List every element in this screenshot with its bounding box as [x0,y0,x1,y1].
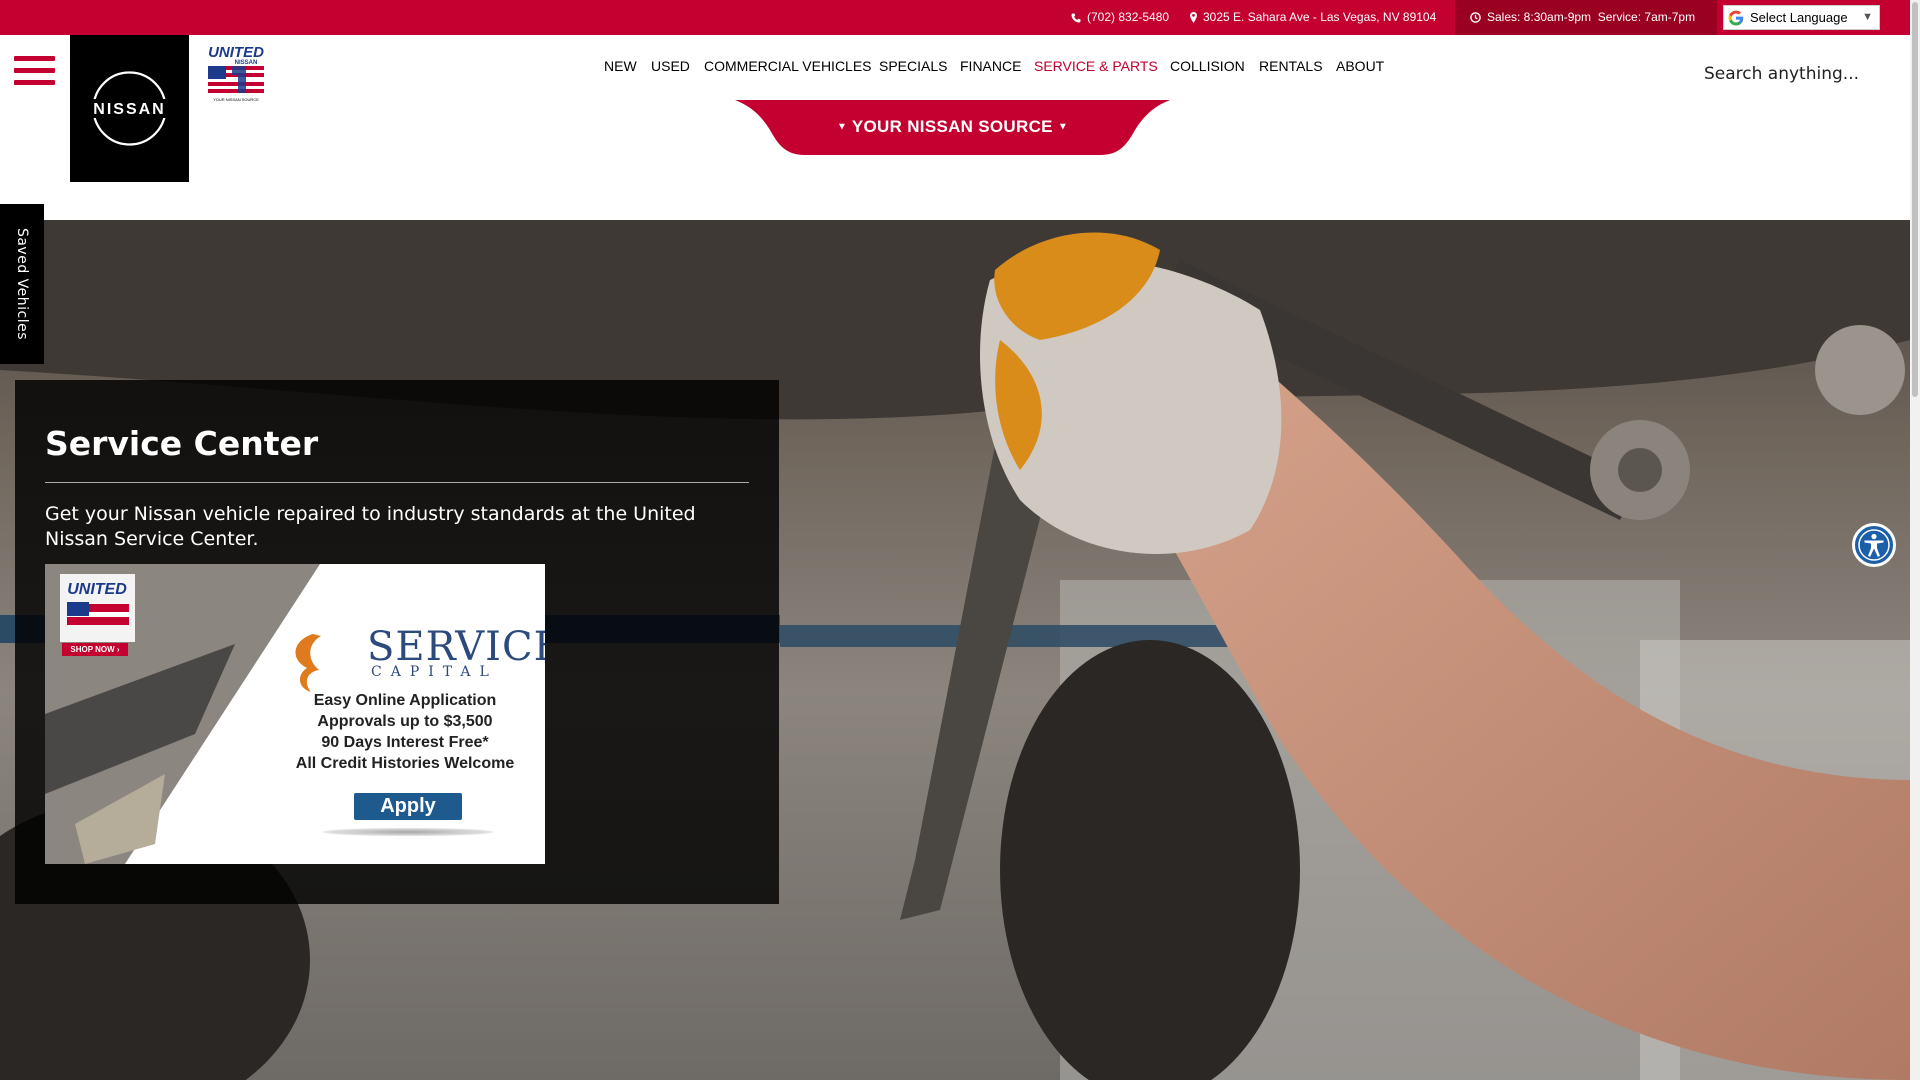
scrollbar-thumb[interactable] [1912,2,1918,397]
phone-number: (702) 832-5480 [1087,10,1170,24]
shop-now-badge[interactable]: SHOP NOW › [62,643,128,656]
apply-shadow [323,828,493,836]
language-label: Select Language [1750,10,1848,25]
service-center-panel: Service Center Get your Nissan vehicle r… [15,380,779,904]
nav-item-used[interactable]: USED [651,58,690,78]
hamburger-menu-icon[interactable] [14,56,55,88]
nav-item-collision[interactable]: COLLISION [1170,58,1245,78]
ad-line: 90 Days Interest Free* [321,734,489,751]
phone-icon [1071,13,1081,23]
hours-info: Sales: 8:30am-9pm Service: 7am-7pm [1470,0,1695,35]
united-logo-top: UNITED [208,44,264,61]
page-title: Service Center [45,424,319,463]
language-select[interactable]: Select Language ▼ [1723,5,1880,30]
nav-item-commercial-vehicles[interactable]: COMMERCIAL VEHICLES [704,58,872,78]
service-description: Get your Nissan vehicle repaired to indu… [45,503,696,550]
top-utility-bar: (702) 832-5480 3025 E. Sahara Ave - Las … [0,0,1910,35]
nav-item-specials[interactable]: SPECIALS [879,58,947,78]
ad-line: Easy Online Application [313,692,497,709]
united-nissan-logo[interactable]: UNITED NISSAN YOUR NISSAN SOURCE [202,44,274,106]
nissan-emblem: NISSAN [80,71,179,146]
apply-button[interactable]: Apply [354,793,462,820]
dealer-address: 3025 E. Sahara Ave - Las Vegas, NV 89104 [1203,10,1437,24]
caret-down-icon: ▼ [836,121,848,133]
search-input[interactable] [1702,61,1886,87]
google-g-icon [1728,10,1744,26]
saved-vehicles-label: Saved Vehicles [14,227,30,341]
service-capital-ad[interactable]: UNITED SHOP NOW › SERVICE CAPITAL Easy O… [45,564,545,864]
ad-line: All Credit Histories Welcome [295,755,515,772]
ad-line: Approvals up to $3,500 [317,713,493,730]
hours-text: Sales: 8:30am-9pm Service: 7am-7pm [1487,10,1696,24]
nav-item-rentals[interactable]: RENTALS [1259,58,1323,78]
nav-item-about[interactable]: ABOUT [1336,58,1384,78]
phone-link[interactable]: (702) 832-5480 [1071,0,1169,35]
title-divider [45,482,749,483]
your-nissan-source-label[interactable]: ▼ YOUR NISSAN SOURCE ▼ [735,100,1170,155]
united-logo-tagline: YOUR NISSAN SOURCE [213,97,259,102]
address-link[interactable]: 3025 E. Sahara Ave - Las Vegas, NV 89104 [1190,0,1436,35]
hours-block: Sales: 8:30am-9pm Service: 7am-7pm [1455,0,1717,35]
nav-item-service-parts[interactable]: SERVICE & PARTS [1034,58,1158,78]
united-logo-sub: NISSAN [235,60,258,66]
map-pin-icon [1190,12,1197,24]
nissan-logo[interactable]: NISSAN [70,35,189,182]
ad-brand-sub: CAPITAL [371,664,498,680]
caret-down-icon: ▼ [1057,121,1069,133]
nissan-wordmark: NISSAN [93,101,165,118]
source-tab-text: YOUR NISSAN SOURCE [851,117,1053,136]
ad-offer-lines: Easy Online Application Approvals up to … [275,690,535,774]
nav-item-finance[interactable]: FINANCE [960,58,1021,78]
page-scrollbar[interactable] [1910,0,1920,1080]
chevron-down-icon: ▼ [1862,11,1873,23]
accessibility-figure [1858,529,1890,561]
saved-vehicles-tab[interactable]: Saved Vehicles [0,204,44,364]
accessibility-icon[interactable] [1852,523,1896,567]
nav-item-new[interactable]: NEW [604,58,637,78]
ad-united-logo: UNITED [67,581,127,598]
united-nissan-emblem: UNITED NISSAN YOUR NISSAN SOURCE [208,44,264,102]
clock-icon [1470,12,1481,24]
